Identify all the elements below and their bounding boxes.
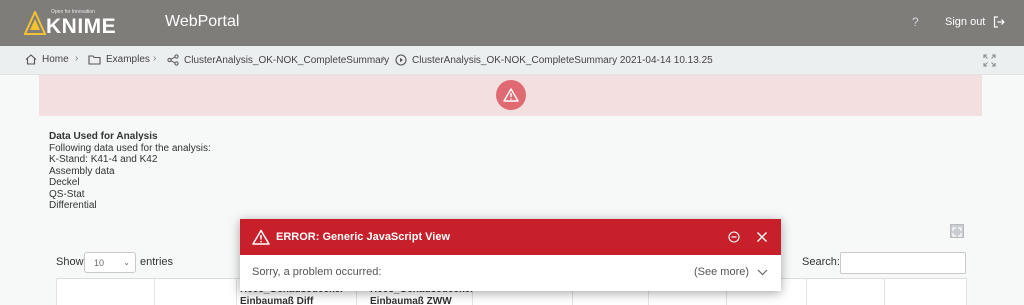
- entries-label: entries: [140, 256, 174, 268]
- table-column-divider: [806, 278, 807, 305]
- top-bar: Open for Innovation KNIME WebPortal ? Si…: [0, 0, 1024, 46]
- fullscreen-icon[interactable]: [983, 54, 996, 67]
- breadcrumb-examples-label: Examples: [106, 54, 150, 65]
- warning-icon: [252, 229, 270, 245]
- warning-icon: [503, 88, 519, 102]
- see-more-toggle[interactable]: (See more): [694, 266, 768, 278]
- breadcrumb-home[interactable]: Home: [25, 54, 69, 65]
- analysis-description: Data Used for Analysis Following data us…: [49, 131, 211, 212]
- knime-triangle-icon: [24, 11, 46, 35]
- breadcrumb-workflow[interactable]: ClusterAnalysis_OK-NOK_CompleteSummary: [167, 54, 389, 66]
- show-label: Show: [56, 256, 84, 268]
- breadcrumb-home-label: Home: [42, 54, 69, 65]
- column-header-line: Einbaumaß ZWW: [370, 296, 452, 305]
- column-header-line: Einbaumaß Diff: [240, 296, 314, 305]
- search-label: Search:: [802, 256, 840, 268]
- chevron-down-icon: ⌄: [123, 258, 130, 267]
- sign-out-button[interactable]: Sign out: [945, 16, 1006, 28]
- table-column-divider: [884, 278, 885, 305]
- home-icon: [25, 54, 37, 65]
- error-message: Sorry, a problem occurred:: [252, 266, 382, 278]
- warning-indicator: [496, 80, 526, 110]
- description-line: K-Stand: K41-4 and K42: [49, 154, 158, 165]
- chevron-down-icon: [757, 269, 768, 275]
- table-column-divider: [56, 278, 57, 305]
- expand-view-button[interactable]: [950, 224, 964, 238]
- app-title: WebPortal: [165, 13, 240, 30]
- description-line: QS-Stat: [49, 188, 85, 200]
- breadcrumb-examples[interactable]: Examples: [88, 54, 150, 65]
- breadcrumb-separator: ›: [153, 53, 157, 64]
- close-icon[interactable]: [756, 231, 768, 243]
- logo-wordmark: KNIME: [46, 15, 117, 38]
- breadcrumb-separator: ›: [382, 53, 386, 64]
- description-line: Assembly data: [49, 165, 115, 177]
- breadcrumb-workflow-label: ClusterAnalysis_OK-NOK_CompleteSummary: [184, 54, 390, 66]
- breadcrumb-job-label: ClusterAnalysis_OK-NOK_CompleteSummary 2…: [412, 54, 713, 66]
- error-dialog: ERROR: Generic JavaScript View Sorry, a …: [240, 219, 781, 291]
- breadcrumb-separator: ›: [75, 53, 79, 64]
- folder-icon: [88, 55, 101, 65]
- description-line: Deckel: [49, 177, 80, 188]
- error-dialog-title: ERROR: Generic JavaScript View: [276, 231, 451, 243]
- help-button[interactable]: ?: [912, 15, 919, 29]
- see-more-label: (See more): [694, 266, 750, 278]
- play-circle-icon: [395, 54, 407, 66]
- breadcrumb: Home › Examples › ClusterAnalysis_OK-NOK…: [0, 46, 1024, 75]
- breadcrumb-job[interactable]: ClusterAnalysis_OK-NOK_CompleteSummary 2…: [395, 54, 713, 66]
- entries-value: 10: [94, 258, 105, 268]
- expand-icon: [952, 227, 962, 237]
- knime-logo[interactable]: Open for Innovation KNIME: [24, 9, 124, 39]
- minimize-icon[interactable]: [728, 231, 740, 243]
- error-dialog-body: Sorry, a problem occurred: (See more): [240, 255, 781, 291]
- table-column-divider: [236, 278, 237, 305]
- description-line: Following data used for the analysis:: [49, 142, 211, 154]
- error-dialog-header: ERROR: Generic JavaScript View: [240, 219, 781, 255]
- sign-out-icon: [994, 16, 1006, 28]
- table-column-divider: [154, 278, 155, 305]
- description-line: Differential: [49, 200, 97, 211]
- search-input[interactable]: [840, 252, 966, 274]
- workflow-icon: [167, 54, 179, 66]
- analysis-heading: Data Used for Analysis: [49, 131, 158, 142]
- table-column-divider: [966, 278, 967, 305]
- entries-per-page-select[interactable]: 10 ⌄: [84, 252, 136, 273]
- sign-out-label: Sign out: [945, 16, 986, 28]
